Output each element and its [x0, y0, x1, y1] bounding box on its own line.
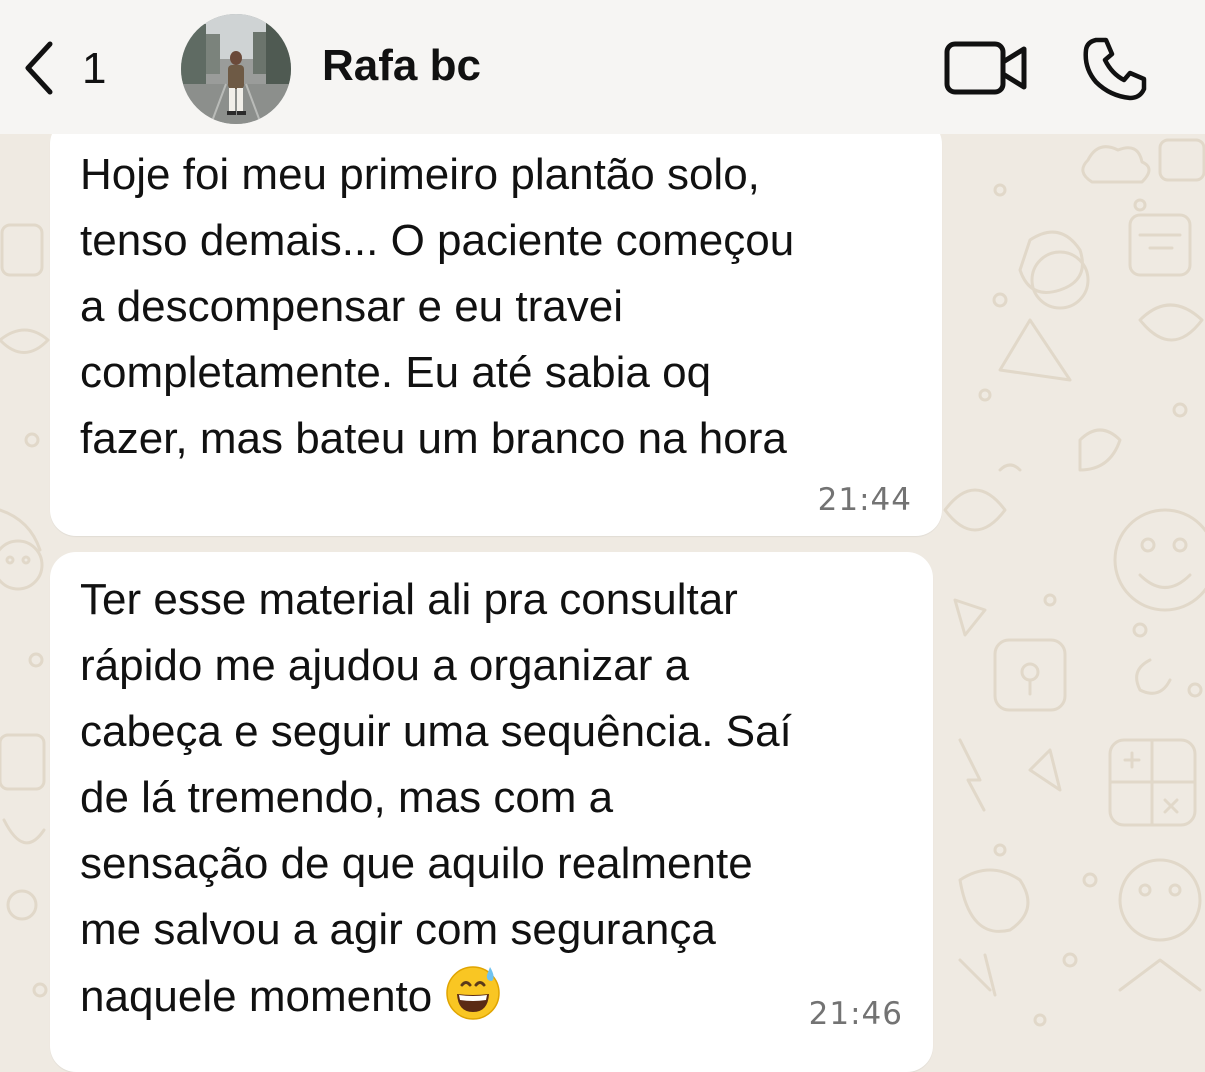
video-call-button[interactable] [944, 40, 1028, 96]
message-timestamp: 21:44 [817, 482, 912, 518]
contact-name[interactable]: Rafa bc [322, 40, 481, 93]
back-button[interactable]: 1 [22, 38, 106, 98]
chevron-left-icon [25, 41, 53, 95]
unread-count: 1 [82, 44, 107, 93]
video-camera-icon [944, 41, 1027, 95]
message-bubble[interactable]: Ter esse material ali pra consultar rápi… [50, 552, 933, 1072]
message-timestamp: 21:46 [808, 996, 903, 1032]
message-text: Hoje foi meu primeiro plantão solo, tens… [80, 150, 795, 463]
message-text: Ter esse material ali pra consultar rápi… [80, 567, 792, 1030]
chat-header: 1 Rafa bc [0, 0, 1205, 134]
message-text-content: Ter esse material ali pra consultar rápi… [80, 575, 792, 1021]
phone-icon [1083, 37, 1147, 101]
contact-avatar[interactable] [181, 14, 291, 124]
voice-call-button[interactable] [1082, 36, 1148, 102]
message-bubble[interactable]: Hoje foi meu primeiro plantão solo, tens… [50, 118, 942, 536]
grinning-face-with-sweat-emoji [446, 966, 500, 1020]
